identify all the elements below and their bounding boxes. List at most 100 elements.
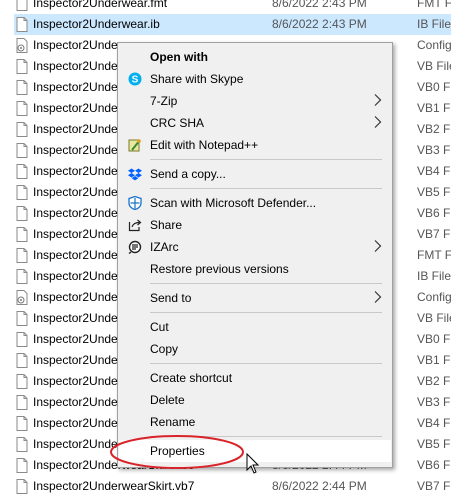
file-icon [16, 0, 28, 11]
file-name: Inspector2Unde [33, 122, 118, 136]
file-name: Inspector2Unde [33, 311, 118, 325]
menu-separator [150, 159, 382, 160]
file-row[interactable]: Inspector2UnderwearSkirt.vb7 8/6/2022 2:4… [14, 476, 451, 497]
file-type: IB File [417, 269, 451, 283]
file-type: VB File [417, 59, 451, 73]
menu-item-crc-sha[interactable]: CRC SHA [119, 112, 391, 134]
chevron-right-icon [373, 93, 383, 107]
file-name: Inspector2Unde [33, 290, 118, 304]
file-name: Inspector2Unde [33, 206, 118, 220]
file-icon [16, 101, 28, 116]
file-type: VB6 Fil [417, 458, 451, 472]
file-type: VB4 Fil [417, 164, 451, 178]
file-name: Inspector2Underwear.fmt [33, 0, 168, 10]
file-icon [16, 332, 28, 347]
chevron-right-icon [373, 115, 383, 129]
file-name: Inspector2Unde [33, 353, 118, 367]
file-name: Inspector2Unde [33, 269, 118, 283]
menu-item-restore-previous-versions[interactable]: Restore previous versions [119, 258, 391, 280]
notepad-plus-plus-icon [128, 138, 142, 152]
config-file-icon [16, 38, 28, 53]
menu-item-label: Send a copy... [150, 167, 226, 181]
file-type: VB File [417, 311, 451, 325]
file-icon [16, 80, 28, 95]
menu-item-share-with-skype[interactable]: S Share with Skype [119, 68, 391, 90]
menu-item-label: Share with Skype [150, 72, 244, 86]
menu-item-label: Send to [150, 291, 192, 305]
file-type: Config [417, 38, 451, 52]
file-icon [16, 206, 28, 221]
skype-icon: S [128, 72, 142, 86]
menu-item-cut[interactable]: Cut [119, 316, 391, 338]
file-name: Inspector2Unde [33, 164, 118, 178]
menu-item-delete[interactable]: Delete [119, 389, 391, 411]
menu-item-label: 7-Zip [150, 94, 178, 108]
file-icon [16, 227, 28, 242]
menu-item-send-to[interactable]: Send to [119, 287, 391, 309]
menu-item-label: Restore previous versions [150, 262, 289, 276]
menu-item-label: Rename [150, 415, 196, 429]
menu-item-label: Scan with Microsoft Defender... [150, 196, 317, 210]
file-icon [16, 311, 28, 326]
file-name: Inspector2Unde [33, 395, 118, 409]
file-icon [16, 185, 28, 200]
menu-item-open-with[interactable]: Open with [119, 46, 391, 68]
menu-item-rename[interactable]: Rename [119, 411, 391, 433]
file-type: Config [417, 290, 451, 304]
file-icon [16, 374, 28, 389]
file-name: Inspector2Unde [33, 59, 118, 73]
file-row[interactable]: Inspector2Underwear.fmt 8/6/2022 2:43 PM F… [14, 0, 451, 14]
file-type: VB7 Fil [417, 227, 451, 241]
menu-item-edit-with-notepad[interactable]: Edit with Notepad++ [119, 134, 391, 156]
file-type: FMT Fil [417, 248, 451, 262]
file-type: VB3 Fil [417, 143, 451, 157]
menu-item-label: Cut [150, 320, 169, 334]
menu-item-label: Delete [150, 393, 185, 407]
dropbox-icon [128, 167, 142, 181]
file-type: VB4 Fil [417, 416, 451, 430]
file-name: Inspector2Unde [33, 38, 118, 52]
menu-item-7-zip[interactable]: 7-Zip [119, 90, 391, 112]
file-type: VB5 Fil [417, 437, 451, 451]
menu-item-label: Create shortcut [150, 371, 233, 385]
file-type: VB1 Fil [417, 353, 451, 367]
file-icon [16, 269, 28, 284]
file-icon [16, 479, 28, 494]
file-icon [16, 416, 28, 431]
menu-separator [150, 283, 382, 284]
file-icon [16, 122, 28, 137]
file-date: 8/6/2022 2:44 PM [272, 479, 367, 493]
menu-separator [150, 188, 382, 189]
menu-item-copy[interactable]: Copy [119, 338, 391, 360]
menu-item-label: Open with [150, 50, 208, 64]
file-icon [16, 395, 28, 410]
file-name: Inspector2UnderwearSkirt.vb7 [33, 479, 195, 493]
menu-item-scan-with-microsoft-defender[interactable]: Scan with Microsoft Defender... [119, 192, 391, 214]
file-type: VB1 Fil [417, 101, 451, 115]
file-icon [16, 248, 28, 263]
menu-item-properties[interactable]: Properties [119, 440, 391, 462]
chevron-right-icon [373, 290, 383, 304]
context-menu: Open with S Share with Skype 7-Zip CRC SHA Ed… [117, 42, 393, 468]
menu-item-izarc[interactable]: IZArc [119, 236, 391, 258]
menu-item-label: CRC SHA [150, 116, 205, 130]
file-type: VB0 Fil [417, 332, 451, 346]
menu-item-label: Share [150, 218, 183, 232]
file-name: Inspector2Unde [33, 248, 118, 262]
menu-item-share[interactable]: Share [119, 214, 391, 236]
file-type: VB0 Fil [417, 80, 451, 94]
file-type: VB2 Fil [417, 374, 451, 388]
menu-item-create-shortcut[interactable]: Create shortcut [119, 367, 391, 389]
file-name: Inspector2Unde [33, 332, 118, 346]
menu-item-send-a-copy[interactable]: Send a copy... [119, 163, 391, 185]
file-icon [16, 353, 28, 368]
file-type: VB6 Fil [417, 206, 451, 220]
izarc-icon [128, 240, 142, 255]
file-icon [16, 458, 28, 473]
file-name: Inspector2Unde [33, 227, 118, 241]
file-name: Inspector2Unde [33, 437, 118, 451]
file-icon [16, 59, 28, 74]
file-row-selected[interactable]: Inspector2Underwear.ib 8/6/2022 2:43 PM IB… [14, 14, 451, 35]
file-type: IB File [417, 17, 451, 31]
menu-separator [150, 312, 382, 313]
